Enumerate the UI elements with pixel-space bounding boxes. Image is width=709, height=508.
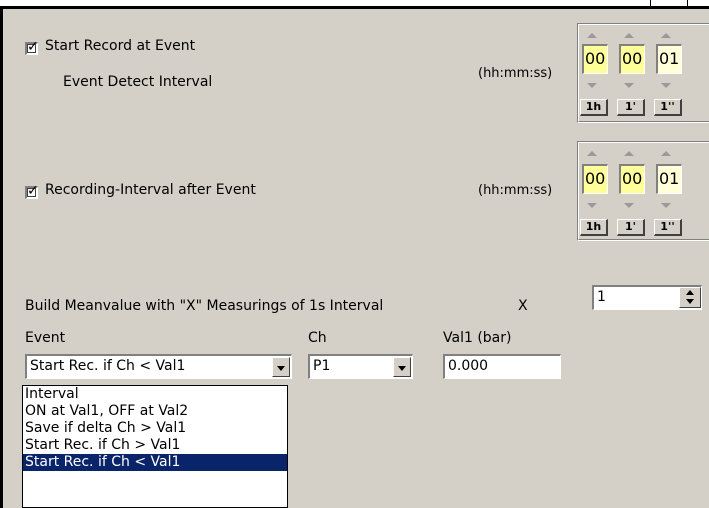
time-format-label: (hh:mm:ss): [478, 66, 553, 81]
minute-down-arrow-icon[interactable]: [624, 83, 634, 88]
checkmark-icon: ✓: [27, 183, 39, 199]
minute-down-arrow-icon[interactable]: [624, 203, 634, 208]
spin-up-icon[interactable]: [686, 290, 694, 295]
channel-dropdown-value: P1: [313, 358, 331, 374]
second-up-arrow-icon[interactable]: [661, 151, 671, 156]
add-minute-button[interactable]: 1': [617, 99, 645, 116]
hour-down-arrow-icon[interactable]: [587, 83, 597, 88]
meanvalue-label: Build Meanvalue with "X" Measurings of 1…: [25, 298, 384, 314]
channel-header: Ch: [308, 330, 327, 346]
hour-down-arrow-icon[interactable]: [587, 203, 597, 208]
meanvalue-spinner[interactable]: 1: [592, 285, 702, 310]
add-hour-button[interactable]: 1h: [580, 99, 608, 116]
event-dropdown-list[interactable]: Interval ON at Val1, OFF at Val2 Save if…: [22, 385, 288, 508]
second-up-arrow-icon[interactable]: [661, 33, 671, 38]
chevron-down-icon: [277, 366, 285, 371]
start-record-checkbox[interactable]: ✓: [25, 39, 39, 55]
event-dropdown[interactable]: Start Rec. if Ch < Val1: [25, 354, 292, 379]
recording-interval-checkbox[interactable]: ✓: [25, 183, 39, 199]
x-label: X: [518, 298, 528, 314]
minute-up-arrow-icon[interactable]: [624, 151, 634, 156]
hour-field[interactable]: 00: [582, 44, 608, 74]
hour-up-arrow-icon[interactable]: [587, 151, 597, 156]
minute-field[interactable]: 00: [619, 164, 645, 194]
minute-field[interactable]: 00: [619, 44, 645, 74]
channel-dropdown-button[interactable]: [393, 357, 411, 377]
event-header: Event: [25, 330, 66, 346]
checkmark-icon: ✓: [27, 39, 39, 55]
meanvalue-value: 1: [597, 289, 606, 305]
event-option[interactable]: Save if delta Ch > Val1: [23, 420, 287, 437]
minute-up-arrow-icon[interactable]: [624, 33, 634, 38]
recording-interval-label: Recording-Interval after Event: [45, 182, 256, 198]
spinner-buttons[interactable]: [679, 287, 701, 308]
event-dropdown-value: Start Rec. if Ch < Val1: [30, 358, 186, 374]
add-minute-button[interactable]: 1': [617, 219, 645, 236]
recording-interval-time-group: 00 00 01 1h 1' 1'': [577, 141, 709, 241]
val1-input[interactable]: 0.000: [443, 354, 561, 379]
second-down-arrow-icon[interactable]: [661, 83, 671, 88]
hour-up-arrow-icon[interactable]: [587, 33, 597, 38]
event-option[interactable]: Start Rec. if Ch > Val1: [23, 437, 287, 454]
event-option-selected[interactable]: Start Rec. if Ch < Val1: [23, 454, 287, 471]
event-detect-interval-time-group: 00 00 01 1h 1' 1'': [577, 23, 709, 123]
hour-field[interactable]: 00: [582, 164, 608, 194]
event-option[interactable]: Interval: [23, 386, 287, 403]
spin-down-icon[interactable]: [686, 299, 694, 304]
time-format-label: (hh:mm:ss): [478, 183, 553, 198]
start-record-label: Start Record at Event: [45, 38, 196, 54]
add-second-button[interactable]: 1'': [654, 99, 682, 116]
chevron-down-icon: [398, 366, 406, 371]
second-field[interactable]: 01: [656, 164, 682, 194]
event-option[interactable]: ON at Val1, OFF at Val2: [23, 403, 287, 420]
add-hour-button[interactable]: 1h: [580, 219, 608, 236]
second-down-arrow-icon[interactable]: [661, 203, 671, 208]
event-dropdown-button[interactable]: [272, 357, 290, 377]
val1-header: Val1 (bar): [443, 330, 512, 346]
event-detect-interval-label: Event Detect Interval: [63, 74, 213, 90]
channel-dropdown[interactable]: P1: [308, 354, 413, 379]
add-second-button[interactable]: 1'': [654, 219, 682, 236]
second-field[interactable]: 01: [656, 44, 682, 74]
